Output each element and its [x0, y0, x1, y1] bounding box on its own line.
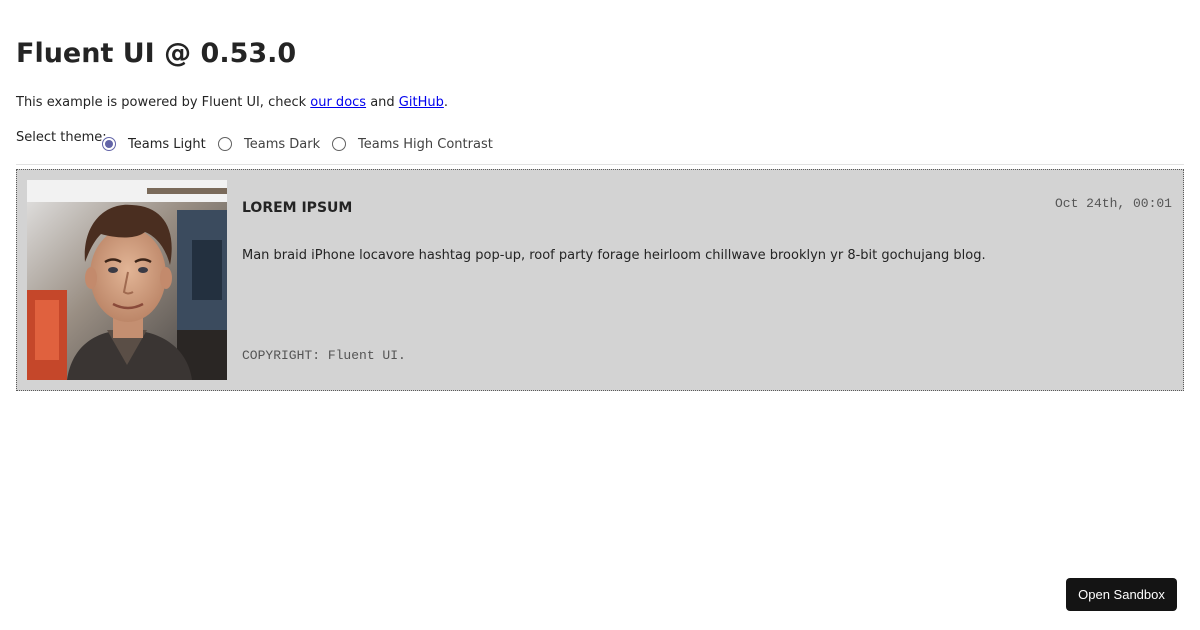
radio-label-teams-high-contrast: Teams High Contrast: [358, 136, 493, 152]
portrait-photo-icon: [27, 180, 227, 380]
radio-checked-icon[interactable]: [102, 137, 116, 151]
radio-label-teams-light: Teams Light: [128, 136, 206, 152]
theme-selector: Select theme: Teams Light Teams Dark Tea…: [16, 128, 1184, 160]
page-title: Fluent UI @ 0.53.0: [16, 38, 297, 69]
open-sandbox-button[interactable]: Open Sandbox: [1066, 578, 1177, 611]
radio-label-teams-dark: Teams Dark: [244, 136, 321, 152]
radio-unchecked-icon[interactable]: [332, 137, 346, 151]
card-body: Man braid iPhone locavore hashtag pop-up…: [242, 248, 986, 263]
docs-link[interactable]: our docs: [310, 95, 366, 110]
card-title: LOREM IPSUM: [242, 200, 353, 216]
theme-label: Select theme:: [16, 130, 107, 145]
intro-suffix: .: [443, 95, 448, 110]
radio-teams-dark[interactable]: Teams Dark: [218, 134, 320, 154]
card-footer: COPYRIGHT: Fluent UI.: [242, 348, 406, 363]
divider: [16, 164, 1184, 165]
radio-teams-light[interactable]: Teams Light: [102, 134, 206, 154]
intro-middle: and: [366, 95, 399, 110]
github-link[interactable]: GitHub: [399, 95, 444, 110]
radio-teams-high-contrast[interactable]: Teams High Contrast: [332, 134, 493, 154]
radio-unchecked-icon[interactable]: [218, 137, 232, 151]
content-card: LOREM IPSUM Oct 24th, 00:01 Man braid iP…: [16, 169, 1184, 391]
card-date: Oct 24th, 00:01: [1054, 196, 1172, 211]
intro-text: This example is powered by Fluent UI, ch…: [16, 95, 448, 110]
intro-prefix: This example is powered by Fluent UI, ch…: [16, 95, 311, 110]
